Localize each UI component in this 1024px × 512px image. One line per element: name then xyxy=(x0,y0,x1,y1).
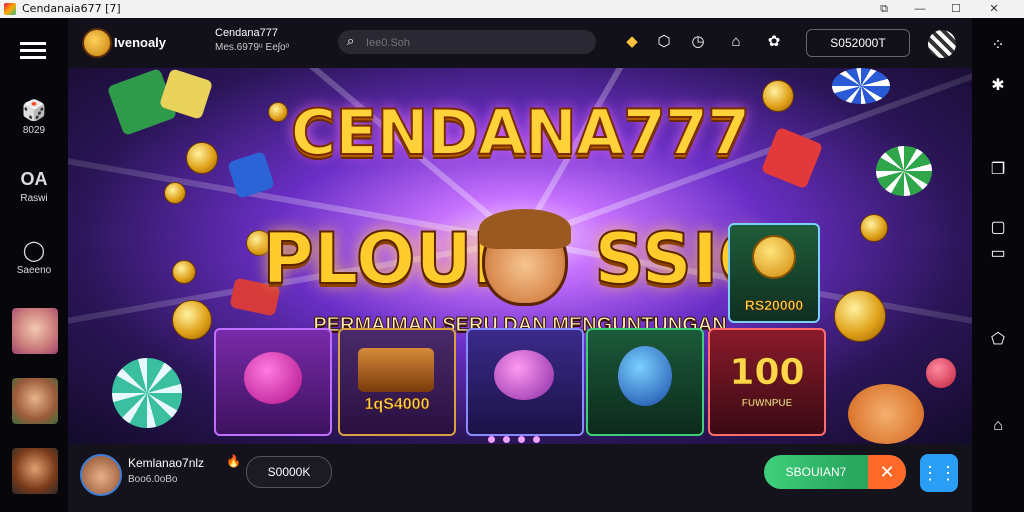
side-promo-amount: RS20000 xyxy=(744,297,804,314)
avatar[interactable] xyxy=(12,448,58,494)
game-card-3[interactable] xyxy=(466,328,584,436)
game-card-4[interactable] xyxy=(586,328,704,436)
hero-banner[interactable]: CENDANA777 PLOUI SSIO RS20000 PERMAIMAN S… xyxy=(68,68,972,444)
clock-icon[interactable]: ◷ xyxy=(688,32,708,52)
rail-item-label: 8029 xyxy=(22,125,46,136)
side-promo-card[interactable]: RS20000 xyxy=(728,223,820,323)
avatar[interactable] xyxy=(12,378,58,424)
dice-icon: 🎲 xyxy=(21,100,47,122)
game-card-1[interactable] xyxy=(214,328,332,436)
cauldron-icon xyxy=(494,350,554,400)
gift-icon[interactable]: ⌂ xyxy=(726,32,746,52)
banner-title: CENDANA777 xyxy=(290,95,751,170)
shield-icon[interactable]: ◆ xyxy=(622,32,642,52)
folder-icon[interactable]: ▢ xyxy=(988,218,1008,238)
banner-subtitle-left: PLOUI xyxy=(261,217,499,301)
claim-button[interactable]: SBOUIAN7 ✕ xyxy=(764,455,906,489)
game-card-5[interactable]: 100 FUWNPUE xyxy=(708,328,826,436)
oa-icon: OA xyxy=(20,169,48,189)
mascot-face xyxy=(479,209,571,306)
carousel-dot[interactable] xyxy=(488,436,495,443)
treasure-chest-icon xyxy=(358,348,434,392)
rail-item-label: Raswi xyxy=(20,193,48,204)
game-card-2[interactable]: 1qS4000 xyxy=(338,328,456,436)
hamburger-menu-icon[interactable] xyxy=(20,38,46,63)
left-rail: 🎲 8029 OA Raswi ◯ Saeeno xyxy=(0,18,68,512)
maximize-button[interactable]: ☐ xyxy=(938,0,974,18)
site-title: Cendana777 xyxy=(215,27,279,39)
site-subline: Mes.6979ᵘ Eeʃoᵒ xyxy=(215,42,290,53)
minimize-button[interactable]: — xyxy=(902,0,938,18)
red-ball-icon xyxy=(926,358,956,388)
search-bar[interactable]: ⌕ xyxy=(338,30,596,54)
crystal-egg-icon xyxy=(618,346,672,406)
game-card-2-label: 1qS4000 xyxy=(364,396,430,414)
logo-icon xyxy=(82,28,112,58)
balance-pill[interactable]: S0000K xyxy=(246,456,332,488)
home-icon[interactable]: ⌂ xyxy=(988,416,1008,436)
game-card-5-sub: FUWNPUE xyxy=(741,398,793,410)
close-icon[interactable]: ✕ xyxy=(868,455,906,489)
coin-icon xyxy=(164,182,186,204)
circle-icon: ◯ xyxy=(22,240,46,262)
carousel-dot[interactable] xyxy=(503,436,510,443)
magic-pot-icon xyxy=(244,352,302,404)
window-titlebar: Cendanaia677 [7] ⧉ — ☐ ✕ xyxy=(0,0,1024,18)
bottom-bar: Kemlanao7nlz 🔥 Boo6.0oBo S0000K SBOUIAN7… xyxy=(68,444,972,512)
right-rail: ⁘ ✱ ❐ ▢ ▭ ⬠ ⌂ xyxy=(972,18,1024,512)
carousel-dot[interactable] xyxy=(533,436,540,443)
app-icon xyxy=(4,3,16,15)
user-subtext: Boo6.0oBo xyxy=(128,474,178,485)
rail-item-label: Saeeno xyxy=(16,265,52,276)
restore-icon[interactable]: ⧉ xyxy=(866,0,902,18)
rail-item-raswi[interactable]: OA Raswi xyxy=(4,168,64,204)
avatar[interactable] xyxy=(12,308,58,354)
puzzle-icon[interactable]: ✱ xyxy=(988,76,1008,96)
search-input[interactable] xyxy=(364,33,588,53)
user-name: Kemlanao7nlz xyxy=(128,456,205,470)
search-icon: ⌕ xyxy=(347,33,355,48)
profile-avatar[interactable] xyxy=(928,30,956,58)
game-card-5-label: 100 xyxy=(729,352,805,394)
diamond-icon[interactable]: ⬡ xyxy=(654,32,674,52)
pentagon-icon[interactable]: ⬠ xyxy=(988,330,1008,350)
coin-icon xyxy=(752,235,796,279)
carousel-dot[interactable] xyxy=(518,436,525,443)
settings-icon[interactable]: ✿ xyxy=(764,32,784,52)
chat-button[interactable]: ⋮⋮ xyxy=(920,454,958,492)
brand-name: Ivenoaly xyxy=(114,35,167,50)
window-icon[interactable]: ▭ xyxy=(988,244,1008,264)
grid-dots-icon[interactable]: ⁘ xyxy=(988,36,1008,56)
rail-item-dice[interactable]: 🎲 8029 xyxy=(4,100,64,136)
orange-chip-icon xyxy=(848,384,924,444)
claim-button-label: SBOUIAN7 xyxy=(785,465,847,479)
user-avatar[interactable] xyxy=(80,454,122,496)
close-button[interactable]: ✕ xyxy=(976,0,1012,18)
copy-icon[interactable]: ❐ xyxy=(988,160,1008,180)
coin-balance-button[interactable]: S052000T xyxy=(806,29,910,57)
rail-item-saeeno[interactable]: ◯ Saeeno xyxy=(4,240,64,276)
flame-icon: 🔥 xyxy=(226,454,241,468)
carousel-dots[interactable] xyxy=(484,430,544,444)
top-bar: Ivenoaly Cendana777 Mes.6979ᵘ Eeʃoᵒ ⌕ ◆ … xyxy=(68,18,972,68)
window-title: Cendanaia677 [7] xyxy=(22,2,121,15)
teal-chip-icon xyxy=(112,358,182,428)
